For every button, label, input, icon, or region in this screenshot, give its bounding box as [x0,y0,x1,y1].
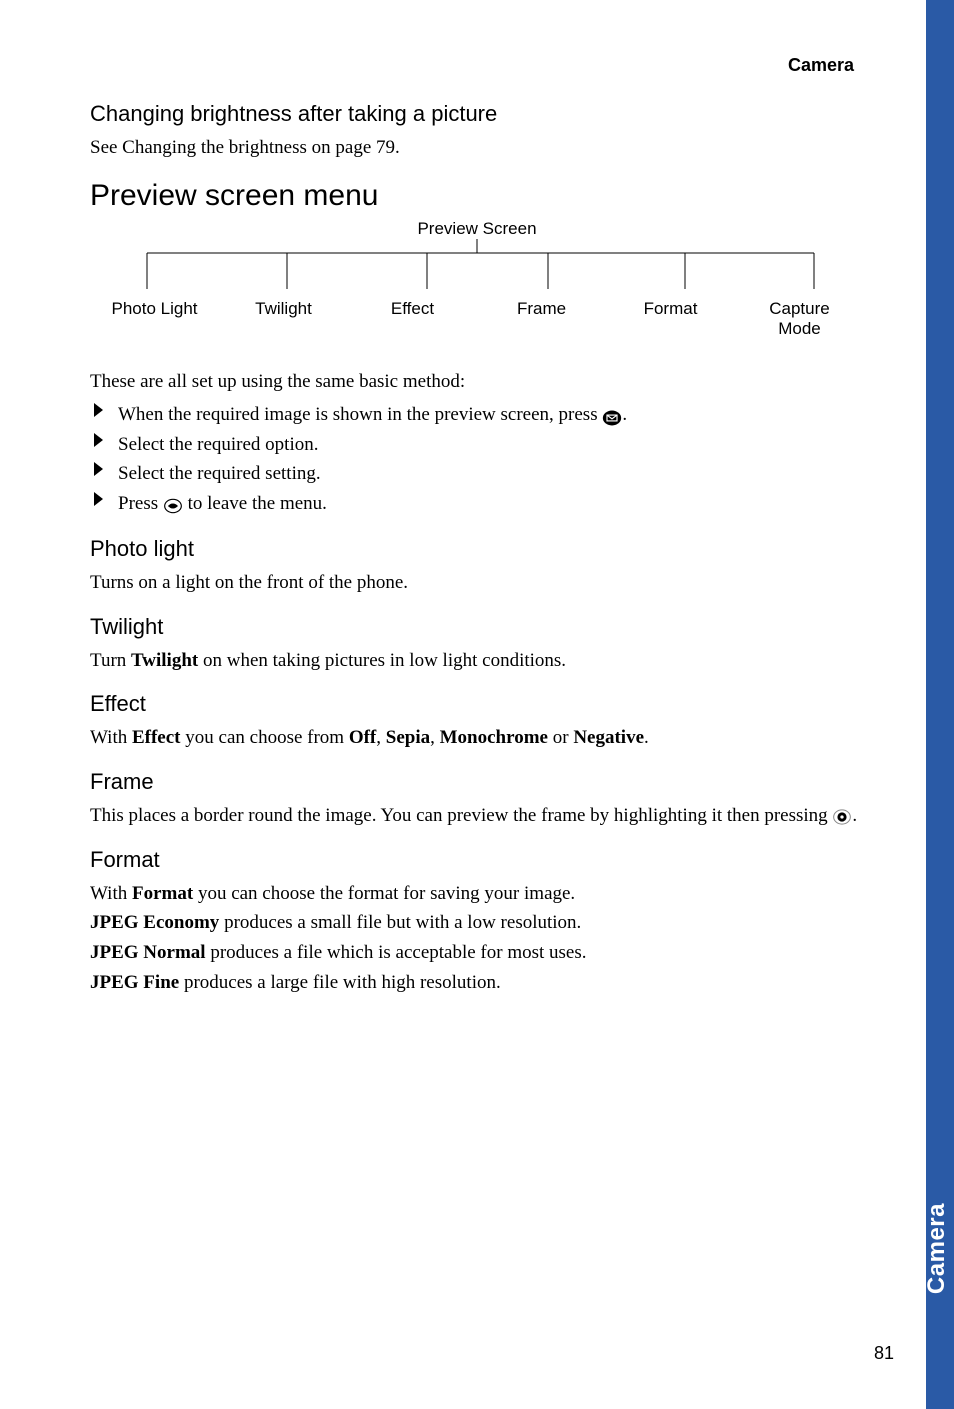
page-number: 81 [874,1343,894,1364]
tree-root-label: Preview Screen [90,219,864,239]
frame-after: . [852,805,857,826]
heading-frame: Frame [90,769,864,795]
menu-tree: Preview Screen Photo Light Twilight Effe… [90,219,864,339]
tree-leaf-twilight: Twilight [219,299,348,339]
bullet-4-text-before: Press [118,493,163,514]
format-l2a: produces a small file but with a low res… [219,912,581,933]
twilight-after: on when taking pictures in low light con… [198,650,566,671]
triangle-bullet-icon [94,403,103,417]
bullet-2-text: Select the required option. [118,434,319,455]
text-format-4: JPEG Fine produces a large file with hig… [90,970,864,996]
heading-photo-light: Photo light [90,536,864,562]
format-l2bold: JPEG Economy [90,912,219,933]
section-header: Camera [90,55,854,76]
format-l1b: With [90,883,132,904]
text-effect: With Effect you can choose from Off, Sep… [90,725,864,751]
tree-leaf-labels: Photo Light Twilight Effect Frame Format… [90,299,864,339]
page-content: Camera Changing brightness after taking … [0,0,954,1409]
format-l1bold: Format [132,883,193,904]
envelope-icon [602,407,622,425]
heading-twilight: Twilight [90,614,864,640]
effect-b5: Negative [573,727,644,748]
heading-effect: Effect [90,691,864,717]
heading-format: Format [90,847,864,873]
bullet-item-3: Select the required setting. [90,459,864,488]
tree-leaf-capture-mode: Capture Mode [735,299,864,339]
triangle-bullet-icon [94,433,103,447]
format-l1a: you can choose the format for saving you… [193,883,575,904]
bullet-item-1: When the required image is shown in the … [90,400,864,429]
tree-lines [102,239,852,297]
tree-leaf-photo-light: Photo Light [90,299,219,339]
effect-b4: Monochrome [440,727,548,748]
tree-leaf-effect: Effect [348,299,477,339]
twilight-before: Turn [90,650,131,671]
effect-b1: Effect [132,727,181,748]
text-format-2: JPEG Economy produces a small file but w… [90,910,864,936]
format-l4a: produces a large file with high resoluti… [179,972,501,993]
bullet-1-text-after: . [622,404,627,425]
frame-before: This places a border round the image. Yo… [90,805,832,826]
bullet-item-2: Select the required option. [90,430,864,459]
back-arrow-icon [163,495,183,513]
heading-preview-menu: Preview screen menu [90,179,864,213]
text-format-1: With Format you can choose the format fo… [90,881,864,907]
triangle-bullet-icon [94,462,103,476]
preview-intro: These are all set up using the same basi… [90,369,864,395]
bullet-1-text-before: When the required image is shown in the … [118,404,602,425]
bullet-3-text: Select the required setting. [118,463,321,484]
format-l4bold: JPEG Fine [90,972,179,993]
effect-t3: , [376,727,386,748]
twilight-bold: Twilight [131,650,198,671]
bullet-4-text-after: to leave the menu. [183,493,327,514]
text-format-3: JPEG Normal produces a file which is acc… [90,940,864,966]
triangle-bullet-icon [94,492,103,506]
effect-t5: or [548,727,573,748]
effect-t1: With [90,727,132,748]
heading-changing-brightness: Changing brightness after taking a pictu… [90,101,864,127]
text-frame: This places a border round the image. Yo… [90,803,864,829]
center-button-icon [832,808,852,826]
effect-b3: Sepia [386,727,430,748]
effect-t4: , [430,727,440,748]
bullet-item-4: Press to leave the menu. [90,489,864,518]
tree-leaf-frame: Frame [477,299,606,339]
format-l3bold: JPEG Normal [90,942,206,963]
bullet-list: When the required image is shown in the … [90,400,864,518]
tree-leaf-format: Format [606,299,735,339]
effect-t2: you can choose from [181,727,349,748]
effect-t6: . [644,727,649,748]
text-photo-light: Turns on a light on the front of the pho… [90,570,864,596]
effect-b2: Off [349,727,376,748]
format-l3a: produces a file which is acceptable for … [206,942,587,963]
text-changing-brightness: See Changing the brightness on page 79. [90,135,864,161]
text-twilight: Turn Twilight on when taking pictures in… [90,648,864,674]
